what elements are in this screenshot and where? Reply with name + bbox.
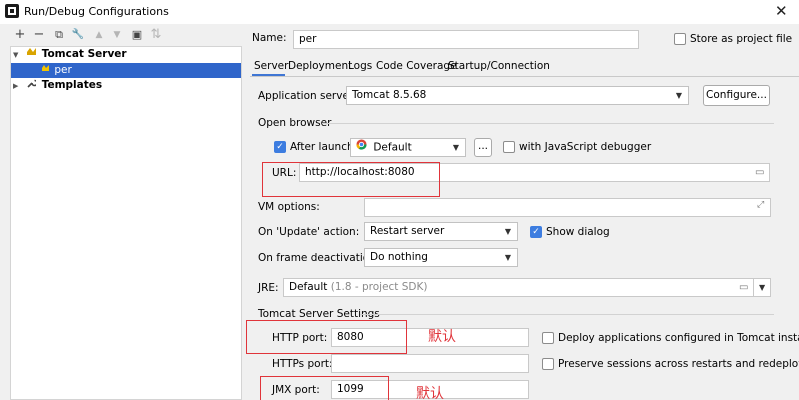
jre-label: JRE: (258, 282, 279, 294)
jre-value: Default (289, 281, 328, 293)
dropdown-arrow-icon: ▼ (504, 253, 511, 262)
on-update-select[interactable]: Restart server ▼ (364, 222, 518, 241)
tree-item-tomcat-server[interactable]: ▼ Tomcat Server (11, 47, 241, 62)
folder-browse-icon[interactable]: ▭ (755, 167, 764, 178)
js-debugger-checkbox[interactable] (503, 141, 515, 153)
jre-field[interactable]: Default (1.8 - project SDK) (283, 278, 771, 297)
dropdown-arrow-icon: ▼ (675, 91, 682, 100)
after-launch-label: After launch (290, 141, 354, 153)
http-port-highlight-box (246, 320, 407, 354)
folder-browse-icon[interactable]: ▭ (739, 282, 748, 293)
app-server-select[interactable]: Tomcat 8.5.68 ▼ (346, 86, 689, 105)
tree-item-label: Tomcat Server (41, 48, 127, 60)
jre-hint: (1.8 - project SDK) (330, 281, 428, 293)
tree-item-label: Templates (41, 79, 103, 91)
app-icon (5, 4, 19, 18)
open-browser-label: Open browser (258, 117, 332, 129)
tab-code-coverage[interactable]: Code Coverage (376, 60, 457, 72)
chrome-icon (356, 139, 370, 156)
deploy-apps-checkbox[interactable] (542, 332, 554, 344)
https-port-field[interactable] (331, 354, 529, 373)
after-launch-checkbox[interactable]: ✓ (274, 141, 286, 153)
app-server-label: Application server: (258, 90, 357, 102)
dropdown-arrow-icon: ▼ (504, 227, 511, 236)
move-down-icon[interactable]: ▼ (109, 27, 125, 43)
tree-item-templates[interactable]: ▶ Templates (11, 78, 241, 93)
tomcat-icon (41, 63, 51, 78)
show-dialog-checkbox[interactable]: ✓ (530, 226, 542, 238)
on-update-value: Restart server (370, 225, 445, 237)
chevron-right-icon[interactable]: ▶ (11, 79, 23, 94)
on-frame-label: On frame deactivation: (258, 252, 380, 264)
show-dialog-label: Show dialog (546, 226, 610, 238)
tab-divider (250, 76, 799, 77)
move-up-icon[interactable]: ▲ (91, 27, 107, 43)
js-debugger-label: with JavaScript debugger (519, 141, 652, 153)
section-separator (322, 123, 774, 124)
store-as-project-label: Store as project file (690, 33, 793, 45)
http-default-annotation: 默认 (428, 329, 456, 345)
copy-icon[interactable]: ⧉ (51, 27, 67, 43)
on-update-label: On 'Update' action: (258, 226, 360, 238)
tab-server[interactable]: Server (254, 60, 288, 72)
sort-icon[interactable]: ⇅ (148, 27, 164, 43)
folder-icon[interactable]: ▣ (129, 27, 145, 43)
name-label: Name: (252, 32, 287, 44)
tab-logs[interactable]: Logs (348, 60, 372, 72)
preserve-sessions-label: Preserve sessions across restarts and re… (558, 358, 799, 370)
vm-options-label: VM options: (258, 201, 320, 213)
chevron-down-icon[interactable]: ▼ (11, 48, 23, 63)
vm-options-field[interactable] (364, 198, 771, 217)
store-as-project-checkbox[interactable] (674, 33, 686, 45)
wrench-icon[interactable]: 🔧 (70, 27, 86, 43)
section-separator (360, 314, 774, 315)
configure-button[interactable]: Configure... (703, 85, 770, 106)
on-frame-select[interactable]: Do nothing ▼ (364, 248, 518, 267)
tab-startup-connection[interactable]: Startup/Connection (448, 60, 550, 72)
browser-select[interactable]: Default ▼ (350, 138, 466, 157)
deploy-apps-label: Deploy applications configured in Tomcat… (558, 332, 799, 344)
configuration-tree: ▼ Tomcat Server per ▶ Templates (10, 46, 242, 400)
window-title: Run/Debug Configurations (24, 5, 169, 18)
app-server-value: Tomcat 8.5.68 (352, 89, 427, 101)
browser-value: Default (373, 141, 412, 154)
remove-icon[interactable]: − (31, 27, 47, 43)
jmx-port-highlight-box (260, 376, 389, 400)
on-frame-value: Do nothing (370, 251, 428, 263)
url-highlight-box (262, 162, 440, 197)
https-port-label: HTTPs port: (272, 358, 333, 370)
tree-item-label: per (54, 64, 72, 76)
browse-button[interactable]: ... (474, 138, 492, 157)
wrench-icon (26, 78, 39, 93)
jmx-default-annotation: 默认 (416, 386, 444, 400)
preserve-sessions-checkbox[interactable] (542, 358, 554, 370)
tomcat-icon (26, 47, 38, 62)
dropdown-arrow-icon[interactable]: ▼ (759, 283, 765, 292)
close-icon[interactable]: ✕ (775, 2, 788, 20)
dropdown-arrow-icon: ▼ (452, 143, 459, 152)
name-field[interactable]: per (293, 30, 639, 49)
add-icon[interactable]: + (12, 27, 28, 43)
tree-item-per[interactable]: per (11, 63, 241, 78)
expand-icon[interactable]: ⤢ (757, 200, 764, 210)
jre-divider (753, 278, 754, 297)
tab-deployment[interactable]: Deployment (288, 60, 352, 72)
